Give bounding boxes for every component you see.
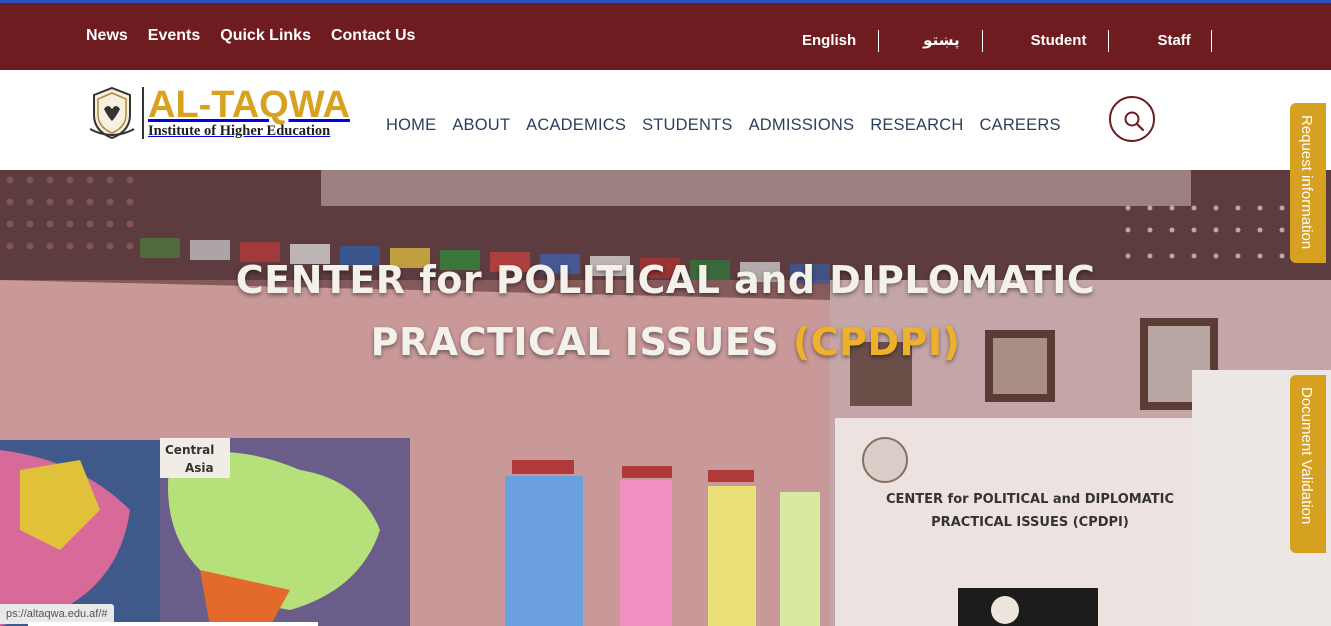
- hero-photo: CENTER for POLITICAL and DIPLOMATIC PRAC…: [0, 170, 1331, 626]
- banner-text-line1: CENTER for POLITICAL and DIPLOMATIC: [886, 492, 1174, 507]
- language-user-links: English پښتو Student Staff: [780, 30, 1212, 52]
- search-button[interactable]: [1109, 96, 1155, 142]
- request-information-tab[interactable]: Request information: [1290, 103, 1326, 263]
- document-validation-tab[interactable]: Document Validation: [1290, 375, 1326, 553]
- hero-title-acronym: (CPDPI): [792, 320, 961, 364]
- bottom-strip: [28, 622, 318, 626]
- nav-academics[interactable]: ACADEMICS: [526, 116, 626, 135]
- hero-title-main: PRACTICAL ISSUES: [370, 320, 780, 364]
- main-header: AL-TAQWA Institute of Higher Education H…: [0, 70, 1331, 170]
- banner-text-line2: PRACTICAL ISSUES (CPDPI): [931, 515, 1129, 530]
- document-validation-label: Document Validation: [1298, 387, 1315, 525]
- site-logo[interactable]: AL-TAQWA Institute of Higher Education: [86, 85, 350, 141]
- top-link-news[interactable]: News: [86, 27, 128, 45]
- student-link[interactable]: Student: [983, 30, 1110, 52]
- staff-link[interactable]: Staff: [1109, 30, 1212, 52]
- institute-emblem-icon: [89, 86, 135, 140]
- nav-home[interactable]: HOME: [386, 116, 436, 135]
- search-icon: [1124, 111, 1145, 132]
- svg-text:Central: Central: [165, 443, 214, 457]
- logo-divider: [142, 87, 144, 139]
- nav-careers[interactable]: CAREERS: [980, 116, 1061, 135]
- nav-admissions[interactable]: ADMISSIONS: [749, 116, 855, 135]
- top-links: News Events Quick Links Contact Us: [86, 27, 415, 45]
- nav-about[interactable]: ABOUT: [452, 116, 510, 135]
- request-information-label: Request information: [1298, 115, 1315, 250]
- nav-students[interactable]: STUDENTS: [642, 116, 733, 135]
- logo-text: AL-TAQWA Institute of Higher Education: [148, 84, 350, 139]
- brand-subtitle: Institute of Higher Education: [148, 123, 331, 139]
- hero-banner: CENTER for POLITICAL and DIPLOMATIC PRAC…: [0, 170, 1331, 626]
- brand-name: AL-TAQWA: [148, 84, 350, 126]
- top-bar: News Events Quick Links Contact Us Engli…: [0, 3, 1331, 70]
- hero-title-line1: CENTER for POLITICAL and DIPLOMATIC: [235, 258, 1096, 302]
- top-link-quick-links[interactable]: Quick Links: [220, 27, 311, 45]
- top-link-events[interactable]: Events: [148, 27, 200, 45]
- hero-title-line2: PRACTICAL ISSUES (CPDPI): [0, 320, 1331, 364]
- language-english-link[interactable]: English: [780, 30, 880, 52]
- nav-research[interactable]: RESEARCH: [870, 116, 963, 135]
- svg-text:Asia: Asia: [185, 461, 214, 475]
- top-link-contact-us[interactable]: Contact Us: [331, 27, 415, 45]
- main-nav: HOME ABOUT ACADEMICS STUDENTS ADMISSIONS…: [386, 116, 1061, 135]
- status-bar-url: ps://altaqwa.edu.af/#: [0, 604, 114, 624]
- language-pashto-link[interactable]: پښتو: [879, 30, 983, 52]
